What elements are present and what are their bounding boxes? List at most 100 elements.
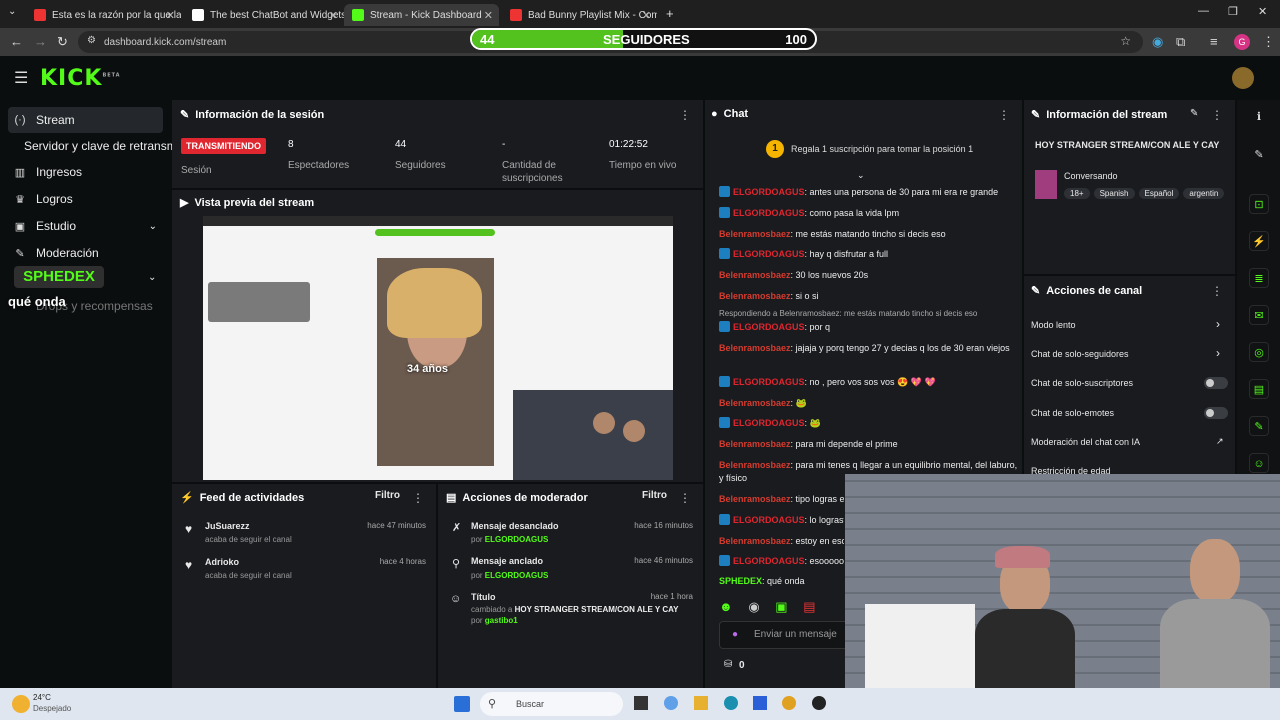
feed-user[interactable]: Adrioko — [205, 557, 239, 567]
more-options-icon[interactable]: ⋮ — [1211, 284, 1223, 298]
more-options-icon[interactable]: ⋮ — [998, 108, 1010, 122]
reload-icon[interactable]: ↻ — [57, 34, 68, 50]
category-name[interactable]: Conversando — [1064, 171, 1118, 181]
browser-tab-3[interactable]: Stream - Kick Dashboard ✕ — [344, 4, 499, 26]
back-icon[interactable]: ← — [10, 34, 23, 49]
chat-username[interactable]: ELGORDOAGUS — [733, 556, 805, 566]
emote-icon[interactable]: ☻ — [719, 599, 733, 614]
stream-preview-video[interactable]: 34 años — [203, 216, 673, 480]
action-followers-only[interactable]: Chat de solo-seguidores — [1031, 349, 1129, 359]
chat-bubble-icon[interactable]: ✉ — [1249, 305, 1269, 325]
filter-button[interactable]: Filtro — [375, 490, 400, 501]
tab-list-icon[interactable]: ⌄ — [8, 6, 16, 17]
edit-icon[interactable]: ✎ — [1249, 145, 1269, 165]
tag-chip[interactable]: Español — [1138, 188, 1180, 199]
bookmark-star-icon[interactable]: ☆ — [1120, 34, 1131, 48]
browser-tab-4[interactable]: Bad Bunny Playlist Mix - Come ✕ — [502, 4, 657, 26]
more-options-icon[interactable]: ⋮ — [412, 491, 424, 505]
chat-username[interactable]: ELGORDOAGUS — [733, 208, 805, 218]
chat-username[interactable]: Belenramosbaez — [719, 343, 791, 353]
emote-icon[interactable]: ▣ — [775, 599, 787, 614]
chat-input[interactable]: ● Enviar un mensaje — [719, 621, 854, 649]
list-icon[interactable]: ≣ — [1249, 268, 1269, 288]
chat-username[interactable]: ELGORDOAGUS — [733, 377, 805, 387]
chat-username[interactable]: ELGORDOAGUS — [733, 418, 805, 428]
explorer-icon[interactable] — [694, 696, 708, 710]
action-subs-only[interactable]: Chat de solo-suscriptores — [1031, 378, 1133, 388]
feed-user[interactable]: JuSuarezz — [205, 521, 250, 531]
extension-icon[interactable]: ◉ — [1152, 34, 1163, 50]
chat-username[interactable]: Belenramosbaez — [719, 494, 791, 504]
window-close-icon[interactable]: ✕ — [1258, 5, 1267, 18]
close-icon[interactable]: ✕ — [166, 9, 175, 22]
chat-username[interactable]: Belenramosbaez — [719, 291, 791, 301]
sidebar-item-stream[interactable]: (·) Stream — [8, 107, 163, 133]
hamburger-menu-icon[interactable]: ☰ — [14, 68, 28, 88]
sidebar-item-server-key[interactable]: Servidor y clave de retransm — [18, 133, 172, 159]
task-view-icon[interactable] — [634, 696, 648, 710]
category-thumbnail[interactable] — [1035, 170, 1057, 199]
maximize-icon[interactable]: ❐ — [1228, 5, 1238, 18]
minimize-icon[interactable]: — — [1198, 5, 1209, 17]
chat-username[interactable]: Belenramosbaez — [719, 229, 791, 239]
user-icon[interactable]: ☺ — [1249, 453, 1269, 473]
store-icon[interactable] — [753, 696, 767, 710]
forward-icon[interactable]: → — [34, 34, 47, 49]
emotes-only-toggle[interactable] — [1204, 407, 1228, 419]
browser-tab-2[interactable]: The best ChatBot and Widgets ✕ — [184, 4, 344, 26]
chat-username[interactable]: Belenramosbaez — [719, 460, 791, 470]
layout-icon[interactable]: ▤ — [1249, 379, 1269, 399]
capture-icon[interactable]: ⊡ — [1249, 194, 1269, 214]
microphone-icon[interactable]: ● — [732, 622, 738, 648]
weather-icon[interactable] — [12, 695, 30, 713]
broadcast-icon[interactable]: ◎ — [1249, 342, 1269, 362]
collapse-icon[interactable]: ⌄ — [857, 170, 865, 181]
browser-tab-1[interactable]: Esta es la razón por la que las p ✕ — [26, 4, 181, 26]
close-icon[interactable]: ✕ — [329, 9, 338, 22]
chat-username[interactable]: ELGORDOAGUS — [733, 249, 805, 259]
edge-icon[interactable] — [724, 696, 738, 710]
media-icon[interactable]: ≡ — [1210, 34, 1218, 49]
profile-avatar[interactable]: G — [1234, 34, 1250, 50]
user-avatar[interactable] — [1232, 67, 1254, 89]
filter-button[interactable]: Filtro — [642, 490, 667, 501]
mod-user[interactable]: ELGORDOAGUS — [485, 535, 549, 544]
sidebar-item-moderacion[interactable]: ✎ Moderación — [8, 240, 163, 266]
sidebar-item-logros[interactable]: ♛ Logros — [8, 186, 163, 212]
chat-username[interactable]: Belenramosbaez — [719, 270, 791, 280]
taskbar-search[interactable]: ⚲ Buscar — [480, 692, 623, 716]
mod-user[interactable]: ELGORDOAGUS — [485, 571, 549, 580]
chat-username[interactable]: SPHEDEX — [719, 576, 762, 586]
emote-icon[interactable]: ▤ — [803, 599, 815, 614]
sidebar-item-estudio[interactable]: ▣ Estudio ⌄ — [8, 213, 163, 239]
chat-username[interactable]: ELGORDOAGUS — [733, 515, 805, 525]
chevron-right-icon[interactable]: › — [1216, 346, 1220, 360]
tag-chip[interactable]: 18+ — [1064, 188, 1090, 199]
external-link-icon[interactable]: ↗ — [1216, 436, 1224, 447]
chat-username[interactable]: Belenramosbaez — [719, 536, 791, 546]
copilot-icon[interactable] — [664, 696, 678, 710]
close-icon[interactable]: ✕ — [484, 9, 493, 22]
browser-menu-icon[interactable]: ⋮ — [1262, 34, 1275, 50]
sidebar-item-ingresos[interactable]: ▥ Ingresos — [8, 159, 163, 185]
close-icon[interactable]: ✕ — [642, 9, 651, 22]
obs-icon[interactable] — [812, 696, 826, 710]
tag-chip[interactable]: argentin — [1183, 188, 1225, 199]
windows-start-icon[interactable] — [454, 696, 470, 712]
wrench-icon[interactable]: ✎ — [1249, 416, 1269, 436]
chat-username[interactable]: ELGORDOAGUS — [733, 187, 805, 197]
more-options-icon[interactable]: ⋮ — [679, 108, 691, 122]
more-options-icon[interactable]: ⋮ — [1211, 108, 1223, 122]
info-icon[interactable]: ℹ — [1249, 107, 1269, 127]
chat-username[interactable]: Belenramosbaez — [719, 398, 791, 408]
bolt-icon[interactable]: ⚡ — [1249, 231, 1269, 251]
tag-chip[interactable]: Spanish — [1093, 188, 1135, 199]
new-tab-icon[interactable]: + — [666, 6, 674, 21]
subs-only-toggle[interactable] — [1204, 377, 1228, 389]
emote-icon[interactable]: ◉ — [748, 599, 759, 614]
extensions-puzzle-icon[interactable]: ⧉ — [1176, 34, 1185, 50]
action-ai-moderation[interactable]: Moderación del chat con IA — [1031, 437, 1140, 447]
action-emotes-only[interactable]: Chat de solo-emotes — [1031, 408, 1114, 418]
action-slow-mode[interactable]: Modo lento — [1031, 320, 1076, 330]
gift-sub-prompt[interactable]: Regala 1 suscripción para tomar la posic… — [791, 144, 973, 154]
